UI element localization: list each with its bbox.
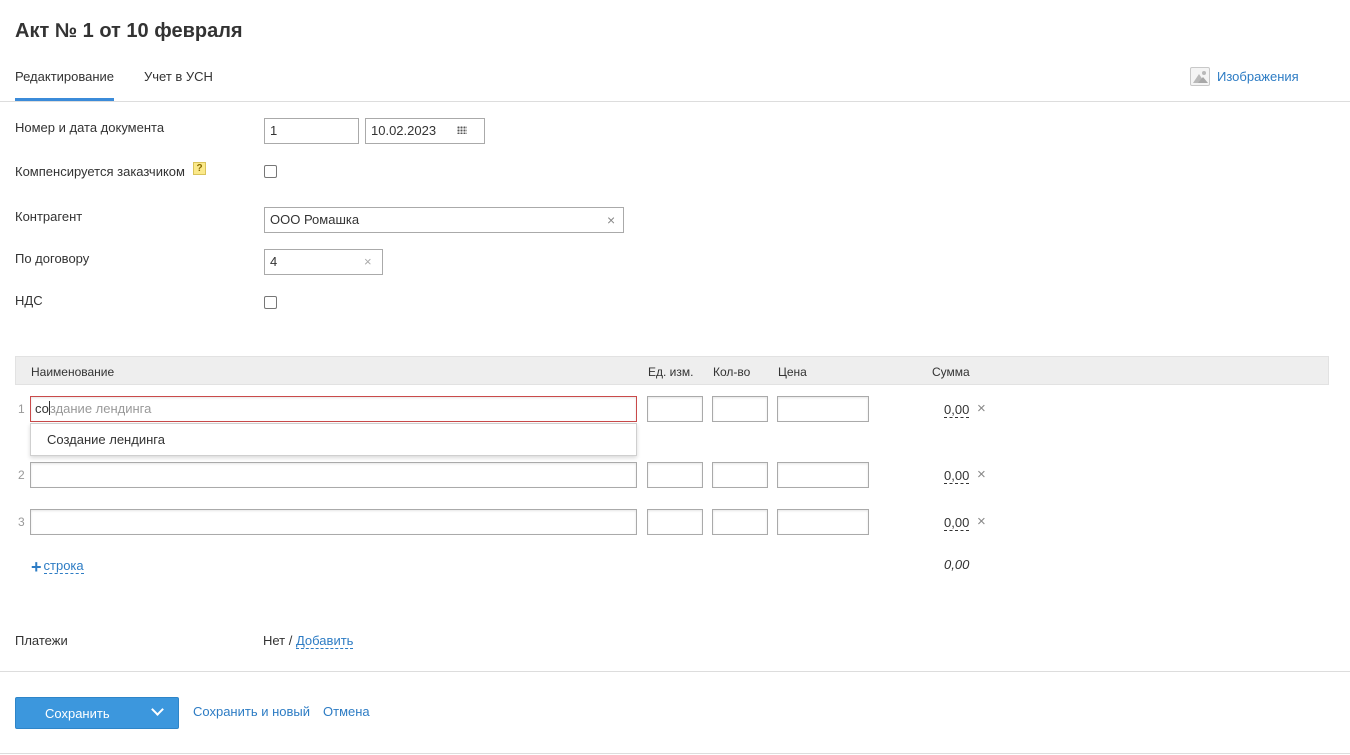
tabs-divider — [0, 101, 1350, 102]
image-icon — [1190, 67, 1210, 86]
items-table-header: Наименование Ед. изм. Кол-во Цена Сумма — [15, 356, 1329, 385]
row-number: 1 — [18, 402, 25, 416]
payments-none-text: Нет / — [263, 633, 296, 648]
compensated-label: Компенсируется заказчиком — [15, 164, 185, 179]
header-price: Цена — [778, 365, 807, 379]
item-name-input[interactable] — [30, 462, 637, 488]
typed-text: со — [35, 401, 49, 416]
item-unit-input[interactable] — [647, 509, 703, 535]
vat-checkbox[interactable] — [264, 296, 277, 309]
delete-row-icon[interactable]: × — [977, 467, 986, 482]
compensated-checkbox[interactable] — [264, 165, 277, 178]
images-link[interactable]: Изображения — [1190, 67, 1299, 86]
save-button-label: Сохранить — [45, 706, 110, 721]
clear-contract-icon[interactable]: × — [364, 255, 372, 269]
item-name-typed-text: создание лендинга — [35, 401, 151, 416]
header-name: Наименование — [31, 365, 115, 379]
save-split-divider — [143, 698, 144, 728]
calendar-icon[interactable] — [457, 126, 467, 134]
tab-editing[interactable]: Редактирование — [15, 69, 114, 84]
item-unit-input[interactable] — [647, 396, 703, 422]
doc-number-label: Номер и дата документа — [15, 120, 165, 135]
row-number: 2 — [18, 468, 25, 482]
item-price-input[interactable] — [777, 509, 869, 535]
footer-divider — [0, 671, 1350, 672]
contract-label: По договору — [15, 251, 90, 266]
header-sum: Сумма — [932, 365, 970, 379]
images-link-label: Изображения — [1217, 69, 1299, 84]
page-title: Акт № 1 от 10 февраля — [15, 20, 243, 42]
autocomplete-option[interactable]: Создание лендинга — [47, 432, 165, 447]
payments-value: Нет / Добавить — [263, 633, 354, 649]
item-sum[interactable]: 0,00 — [944, 469, 970, 484]
item-sum[interactable]: 0,00 — [944, 516, 970, 531]
clear-counterparty-icon[interactable]: × — [607, 213, 615, 227]
item-qty-input[interactable] — [712, 509, 768, 535]
vat-label: НДС — [15, 293, 43, 308]
doc-number-input[interactable]: 1 — [264, 118, 359, 144]
autocomplete-dropdown: Создание лендинга — [30, 423, 637, 456]
table-total: 0,00 — [944, 557, 970, 572]
ghost-completion: здание лендинга — [49, 401, 152, 416]
payments-label: Платежи — [15, 633, 68, 648]
delete-row-icon[interactable]: × — [977, 401, 986, 416]
doc-date-input[interactable]: 10.02.2023 — [365, 118, 485, 144]
item-sum[interactable]: 0,00 — [944, 403, 970, 418]
tab-usn-accounting[interactable]: Учет в УСН — [144, 69, 213, 84]
bottom-divider — [0, 753, 1350, 754]
header-qty: Кол-во — [713, 365, 751, 379]
cancel-link[interactable]: Отмена — [323, 704, 370, 719]
item-unit-input[interactable] — [647, 462, 703, 488]
row-number: 3 — [18, 515, 25, 529]
delete-row-icon[interactable]: × — [977, 514, 986, 529]
save-button[interactable]: Сохранить — [15, 697, 179, 729]
item-qty-input[interactable] — [712, 396, 768, 422]
add-row-label: строка — [43, 558, 84, 574]
item-price-input[interactable] — [777, 462, 869, 488]
save-and-new-link[interactable]: Сохранить и новый — [193, 704, 310, 719]
help-icon[interactable]: ? — [193, 162, 206, 175]
chevron-down-icon[interactable] — [151, 703, 164, 716]
item-price-input[interactable] — [777, 396, 869, 422]
add-payment-link[interactable]: Добавить — [295, 633, 354, 649]
plus-icon: + — [31, 556, 42, 577]
add-row-button[interactable]: + строка — [31, 556, 84, 577]
item-name-input[interactable] — [30, 509, 637, 535]
header-unit: Ед. изм. — [648, 365, 694, 379]
counterparty-label: Контрагент — [15, 209, 83, 224]
counterparty-input[interactable]: ООО Ромашка — [264, 207, 624, 233]
item-qty-input[interactable] — [712, 462, 768, 488]
